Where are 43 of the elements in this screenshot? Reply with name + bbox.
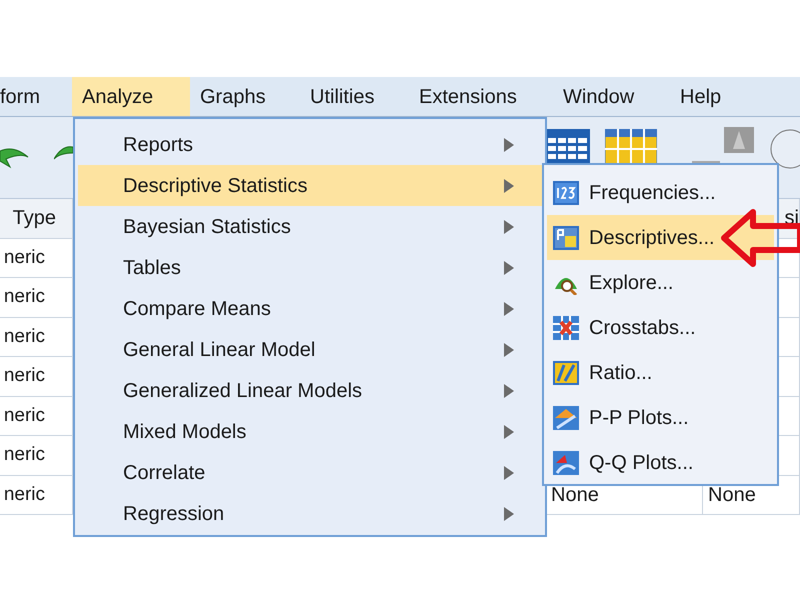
- table-cell-text: neric: [4, 364, 45, 388]
- menu-item[interactable]: form: [0, 77, 72, 116]
- menu-entry[interactable]: Compare Means: [78, 288, 542, 329]
- table-cell-text: neric: [4, 482, 45, 506]
- menu-entry[interactable]: Bayesian Statistics: [78, 206, 542, 247]
- column-header: Type: [12, 206, 56, 232]
- table-cell-text: neric: [4, 246, 45, 270]
- menu-entry[interactable]: Crosstabs...: [547, 305, 774, 350]
- menu-item[interactable]: Analyze: [72, 77, 190, 116]
- fraction-icon: [553, 360, 579, 384]
- table-cell-text: None: [551, 482, 599, 508]
- menu-entry[interactable]: Descriptive Statistics: [78, 165, 542, 206]
- number-grid-icon: [553, 180, 579, 204]
- table-cell-text: neric: [4, 285, 45, 309]
- menu-item[interactable]: Utilities: [300, 77, 409, 116]
- spreadsheet-icon[interactable]: [545, 129, 590, 165]
- menu-entry[interactable]: Explore...: [547, 260, 774, 305]
- menu-item[interactable]: Help: [670, 77, 750, 116]
- menu-entry[interactable]: P-P Plots...: [547, 395, 774, 440]
- table-cell-text: neric: [4, 443, 45, 467]
- menu-item[interactable]: Extensions: [409, 77, 553, 116]
- menu-item[interactable]: Graphs: [190, 77, 300, 116]
- menu-entry[interactable]: Mixed Models: [78, 411, 542, 452]
- pointer-arrow-icon: [721, 209, 800, 267]
- menu-entry[interactable]: Generalized Linear Models: [78, 370, 542, 411]
- table-icon[interactable]: [605, 129, 657, 165]
- menu-entry[interactable]: Correlate: [78, 452, 542, 493]
- menu-entry[interactable]: Tables: [78, 247, 542, 288]
- table-cell-text: neric: [4, 404, 45, 428]
- menu-entry[interactable]: Ratio...: [547, 350, 774, 395]
- plot-icon: [553, 406, 579, 430]
- descriptives-icon: [553, 226, 579, 250]
- table-cell-text: neric: [4, 324, 45, 348]
- menu-entry[interactable]: Reports: [78, 124, 542, 165]
- menu-entry[interactable]: Descriptives...: [547, 215, 774, 260]
- menu-entry[interactable]: Q-Q Plots...: [547, 440, 774, 485]
- menu-entry[interactable]: Regression: [78, 493, 542, 534]
- menu-entry[interactable]: Frequencies...: [547, 170, 774, 215]
- plot-icon: [553, 450, 579, 474]
- menu-entry[interactable]: General Linear Model: [78, 329, 542, 370]
- crosstab-grid-icon: [553, 316, 579, 340]
- table-cell-text: None: [708, 482, 756, 508]
- menu-item[interactable]: Window: [553, 77, 670, 116]
